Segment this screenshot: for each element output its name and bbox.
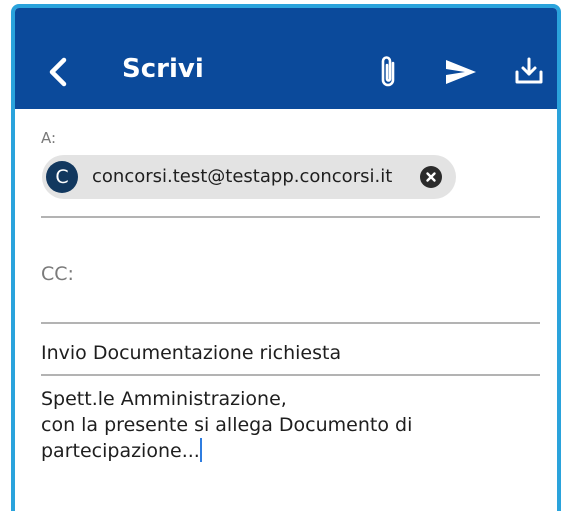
message-body-text: Spett.le Amministrazione, con la present… [41, 388, 413, 462]
paperclip-icon [381, 56, 395, 87]
cc-field[interactable]: CC: [41, 263, 74, 285]
avatar: C [46, 161, 78, 193]
remove-recipient-button[interactable] [420, 166, 442, 188]
recipient-email: concorsi.test@testapp.concorsi.it [92, 166, 393, 187]
to-field-divider [41, 216, 540, 218]
cc-field-divider [41, 322, 540, 324]
message-body-field[interactable]: Spett.le Amministrazione, con la present… [41, 386, 541, 464]
app-bar: Scrivi [15, 8, 557, 109]
to-label: A: [41, 129, 57, 147]
chevron-left-icon [49, 57, 67, 87]
close-circle-icon [426, 172, 436, 182]
send-button[interactable] [443, 54, 479, 90]
subject-field-divider [41, 374, 540, 376]
attach-button[interactable] [375, 52, 403, 92]
back-button[interactable] [45, 52, 73, 92]
text-cursor [199, 438, 202, 462]
page-title: Scrivi [122, 54, 204, 84]
save-draft-button[interactable] [512, 54, 546, 88]
download-icon [515, 57, 543, 84]
subject-field[interactable]: Invio Documentazione richiesta [41, 340, 341, 366]
recipient-chip[interactable]: C concorsi.test@testapp.concorsi.it [42, 155, 456, 199]
send-icon [446, 60, 476, 84]
compose-screen: Scrivi A: C concorsi.test@testapp.concor… [11, 4, 561, 511]
